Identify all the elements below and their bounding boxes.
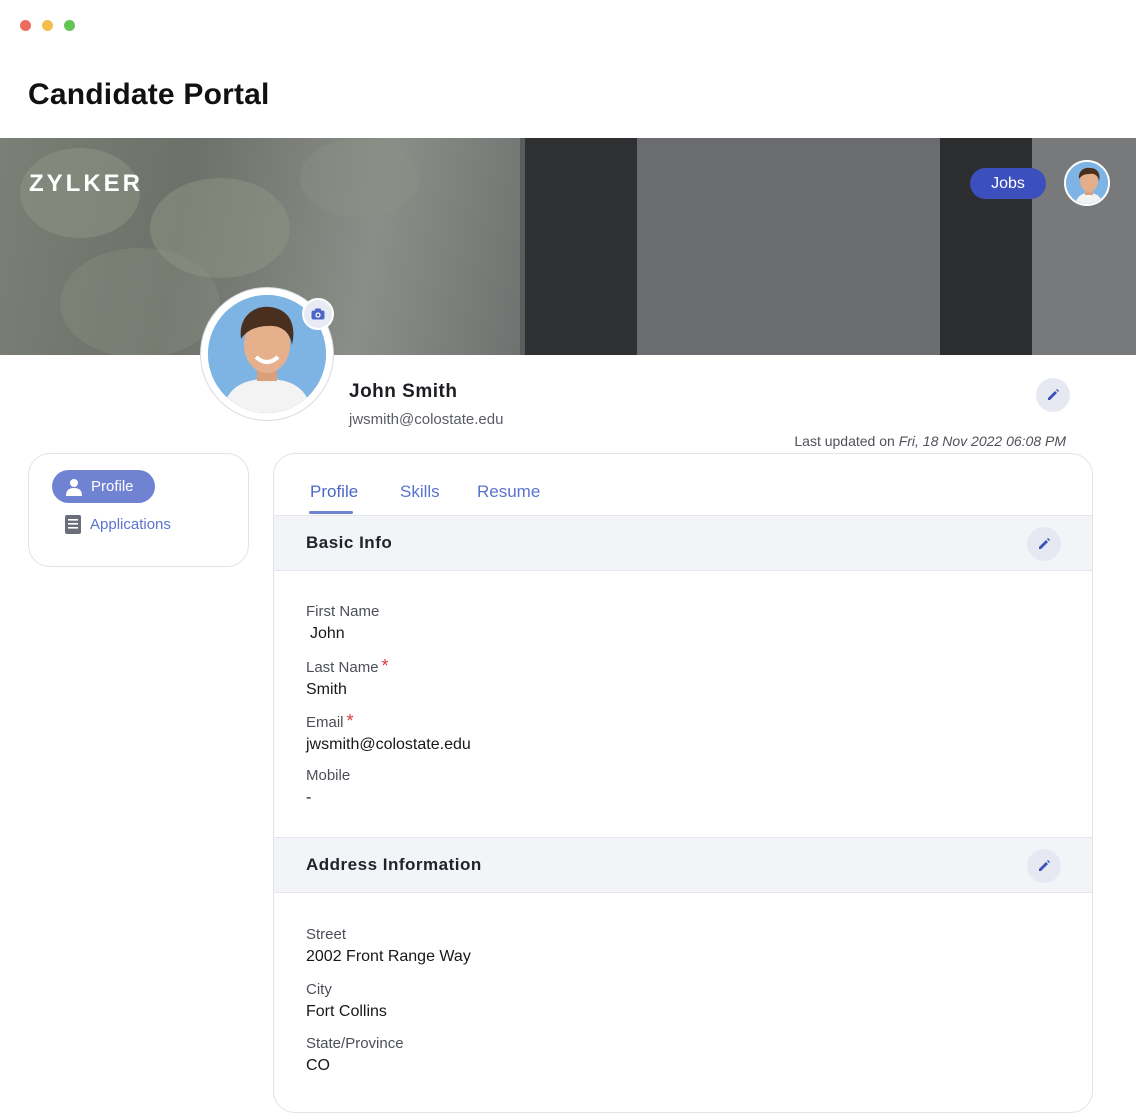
last-updated-label: Last updated on [794,433,895,449]
pencil-icon [1048,389,1059,400]
brand-logo[interactable]: ZYLKER [29,170,143,198]
jobs-button[interactable]: Jobs [970,168,1046,199]
section-title: Address Information [306,855,482,874]
field-value: CO [306,1057,330,1074]
field-value: jwsmith@colostate.edu [306,736,471,753]
field-label: Mobile [306,767,351,784]
maximize-window-button[interactable] [64,20,75,31]
address-info-header: Address Information [274,837,1092,893]
active-tab-indicator [309,511,353,514]
edit-profile-header-button[interactable] [1036,378,1070,412]
field-value: John [310,625,345,642]
edit-basic-info-button[interactable] [1027,527,1061,561]
sidebar-item-label: Applications [90,516,171,533]
minimize-window-button[interactable] [42,20,53,31]
city-field: City Fort Collins [306,981,387,1022]
last-updated-value: Fri, 18 Nov 2022 06:08 PM [898,433,1066,449]
person-icon [66,478,82,496]
field-label: City [306,981,332,998]
last-name-field: Last Name * Smith [306,657,389,700]
change-photo-button[interactable] [302,298,334,330]
edit-address-info-button[interactable] [1027,849,1061,883]
tab-profile[interactable]: Profile [310,482,358,502]
email-field: Email * jwsmith@colostate.edu [306,712,471,755]
field-value: 2002 Front Range Way [306,948,471,965]
profile-name: John Smith [349,381,458,402]
sidebar: Profile Applications [28,453,249,567]
profile-email: jwsmith@colostate.edu [349,411,504,428]
user-avatar[interactable] [1064,160,1110,206]
profile-card: Profile Skills Resume Basic Info First N… [273,453,1093,1113]
tab-skills[interactable]: Skills [400,482,440,502]
section-title: Basic Info [306,533,393,552]
field-label: State/Province [306,1035,404,1052]
required-marker: * [346,711,354,731]
last-updated: Last updated on Fri, 18 Nov 2022 06:08 P… [794,433,1066,449]
field-label: Email [306,714,344,731]
basic-info-header: Basic Info [274,515,1092,571]
pencil-icon [1039,538,1050,549]
field-label: Last Name [306,659,379,676]
tab-resume[interactable]: Resume [477,482,540,502]
state-field: State/Province CO [306,1035,404,1076]
document-icon [65,515,81,534]
street-field: Street 2002 Front Range Way [306,926,471,967]
sidebar-item-label: Profile [91,478,134,495]
first-name-field: First Name John [306,603,379,644]
tab-bar: Profile Skills Resume [274,454,1092,516]
field-value: Fort Collins [306,1003,387,1020]
pencil-icon [1039,860,1050,871]
field-value: - [306,789,312,806]
required-marker: * [381,656,389,676]
field-label: First Name [306,603,380,620]
sidebar-item-applications[interactable]: Applications [65,515,171,534]
sidebar-item-profile[interactable]: Profile [52,470,155,503]
cover-banner [0,138,1136,355]
field-value: Smith [306,681,347,698]
camera-icon [311,308,325,320]
window-controls [20,20,75,31]
close-window-button[interactable] [20,20,31,31]
field-label: Street [306,926,347,943]
app-title: Candidate Portal [28,78,270,111]
mobile-field: Mobile - [306,767,350,808]
